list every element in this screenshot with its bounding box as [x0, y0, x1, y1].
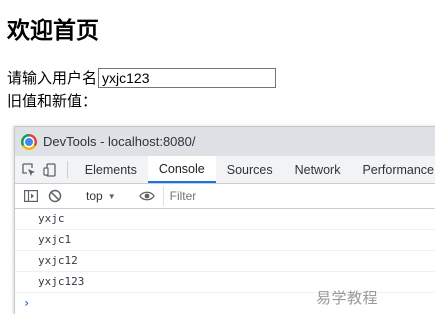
dropdown-arrow-icon: ▼ [107, 191, 116, 201]
context-value: top [86, 189, 103, 203]
tab-network[interactable]: Network [284, 156, 352, 183]
tab-elements[interactable]: Elements [74, 156, 148, 183]
history-label: 旧值和新值： [7, 92, 98, 110]
context-selector[interactable]: top ▼ [80, 189, 122, 203]
eye-icon[interactable] [135, 184, 159, 208]
chrome-icon [21, 133, 37, 150]
console-toolbar: top ▼ [15, 184, 435, 209]
console-log-row: yxjc1 [15, 230, 435, 251]
page: 欢迎首页 请输入用户名 旧值和新值： DevTools - localhost:… [0, 0, 435, 314]
devtools-titlebar[interactable]: DevTools - localhost:8080/ [15, 127, 435, 156]
username-label: 请输入用户名 [7, 69, 98, 87]
toolbar-divider [66, 161, 68, 178]
username-input[interactable] [98, 68, 277, 88]
filter-input[interactable] [162, 186, 422, 206]
devtools-tabs-bar: Elements Console Sources Network Perform… [15, 156, 435, 184]
page-title: 欢迎首页 [7, 18, 99, 44]
watermark: 易学教程 [316, 289, 379, 307]
inspect-element-icon[interactable] [19, 156, 40, 183]
clear-console-icon[interactable] [43, 184, 67, 208]
devtools-window: DevTools - localhost:8080/ Elements Cons… [14, 126, 435, 314]
device-toolbar-icon[interactable] [40, 156, 61, 183]
sidebar-toggle-icon[interactable] [19, 184, 43, 208]
tab-performance[interactable]: Performance [351, 156, 435, 183]
tab-sources[interactable]: Sources [216, 156, 284, 183]
username-row: 请输入用户名 [7, 67, 277, 89]
console-log-row: yxjc12 [15, 251, 435, 272]
devtools-title: DevTools - localhost:8080/ [43, 134, 196, 149]
console-log-row: yxjc [15, 209, 435, 230]
tab-console[interactable]: Console [147, 156, 216, 183]
